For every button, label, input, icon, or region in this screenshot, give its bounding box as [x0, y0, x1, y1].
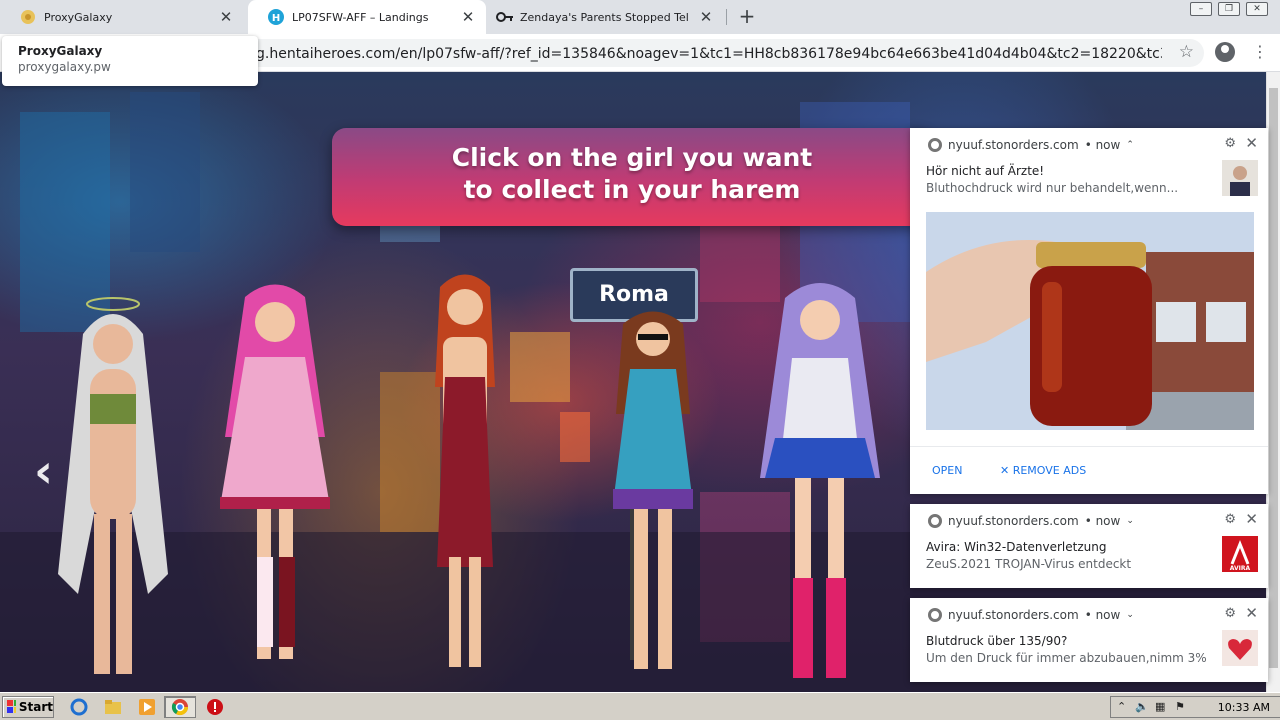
proxygalaxy-favicon — [20, 9, 36, 25]
tab-title: Zendaya's Parents Stopped Telling H — [520, 10, 688, 24]
tray-expand-icon[interactable]: ⌃ — [1117, 700, 1126, 713]
headline-line-1: Click on the girl you want — [451, 143, 813, 172]
notification-source: nyuuf.stonorders.com — [948, 138, 1079, 152]
chrome-taskbar-button[interactable] — [164, 696, 196, 718]
maximize-button[interactable]: ❐ — [1218, 2, 1240, 16]
volume-icon[interactable]: 🔈 — [1135, 700, 1149, 713]
tab-landings[interactable]: H LP07SFW-AFF – Landings ✕ — [248, 0, 486, 34]
close-window-button[interactable]: ✕ — [1246, 2, 1268, 16]
chevron-down-icon[interactable]: ⌄ — [1126, 610, 1134, 620]
character-2[interactable] — [205, 277, 345, 692]
notification-body: Bluthochdruck wird nur behandelt,wenn... — [926, 181, 1179, 195]
hover-card-title: ProxyGalaxy — [18, 44, 103, 58]
chrome-icon — [928, 514, 942, 528]
notification-time: • now — [1084, 138, 1121, 152]
chevron-down-icon[interactable]: ⌄ — [1126, 516, 1134, 526]
notification-2[interactable]: nyuuf.stonorders.com • now ⌄ ⚙ ✕ Avira: … — [910, 504, 1268, 588]
gear-icon[interactable]: ⚙ — [1224, 606, 1236, 621]
notification-actions: OPEN ✕ REMOVE ADS — [910, 446, 1268, 494]
start-button[interactable]: Start — [2, 696, 54, 718]
tab-separator — [726, 9, 727, 25]
close-icon[interactable]: ✕ — [698, 9, 714, 25]
page-scrollbar[interactable] — [1266, 72, 1280, 692]
headline-text: Click on the girl you want to collect in… — [332, 142, 932, 206]
chrome-icon — [171, 699, 189, 716]
notification-1[interactable]: nyuuf.stonorders.com • now ⌃ ⚙ ✕ Hör nic… — [910, 128, 1268, 494]
close-icon[interactable]: ✕ — [1245, 510, 1258, 528]
avira-logo: AVIRA — [1222, 536, 1258, 572]
notification-title: Hör nicht auf Ärzte! — [926, 164, 1045, 178]
scrollbar-thumb[interactable] — [1269, 88, 1278, 668]
notification-source: nyuuf.stonorders.com — [948, 514, 1079, 528]
notification-header: nyuuf.stonorders.com • now ⌃ — [928, 138, 1134, 152]
key-icon — [496, 9, 513, 25]
svg-text:H: H — [272, 13, 280, 24]
notification-body: ZeuS.2021 TROJAN-Virus entdeckt — [926, 557, 1132, 571]
tab-proxygalaxy[interactable]: ProxyGalaxy ✕ — [0, 0, 244, 34]
open-button[interactable]: OPEN — [932, 464, 962, 477]
close-icon[interactable]: ✕ — [218, 9, 234, 25]
menu-icon[interactable]: ⋮ — [1252, 41, 1268, 63]
tab-strip: ProxyGalaxy ✕ H LP07SFW-AFF – Landings ✕… — [0, 0, 1280, 34]
notification-time: • now — [1084, 514, 1121, 528]
gear-icon[interactable]: ⚙ — [1224, 136, 1236, 151]
gear-icon[interactable]: ⚙ — [1224, 512, 1236, 527]
notification-title: Blutdruck über 135/90? — [926, 634, 1068, 648]
landings-favicon: H — [268, 9, 284, 25]
system-tray: ⌃ 🔈 ▦ ⚑ 10:33 AM — [1110, 696, 1280, 718]
close-icon[interactable]: ✕ — [460, 9, 476, 25]
chrome-icon — [928, 138, 942, 152]
notification-time: • now — [1084, 608, 1121, 622]
flag-icon[interactable]: ⚑ — [1175, 700, 1185, 713]
internet-explorer-icon[interactable] — [70, 698, 88, 716]
remove-ads-button[interactable]: ✕ REMOVE ADS — [1000, 464, 1086, 477]
media-player-icon[interactable] — [138, 698, 156, 716]
character-3[interactable] — [415, 267, 515, 692]
notification-body: Um den Druck für immer abzubauen,nimm 3% — [926, 651, 1207, 665]
previous-arrow-icon[interactable]: ‹ — [34, 444, 53, 498]
minimize-button[interactable]: – — [1190, 2, 1212, 16]
jar-image — [926, 212, 1254, 430]
opera-icon[interactable] — [206, 698, 224, 716]
url-text: g.hentaiheroes.com/en/lp07sfw-aff/?ref_i… — [256, 46, 1162, 62]
tab-title: LP07SFW-AFF – Landings — [292, 10, 429, 24]
network-icon[interactable]: ▦ — [1155, 700, 1165, 713]
tab-title: ProxyGalaxy — [44, 10, 113, 24]
character-1[interactable] — [28, 294, 198, 692]
notification-source: nyuuf.stonorders.com — [948, 608, 1079, 622]
character-5[interactable] — [730, 278, 900, 692]
notification-header: nyuuf.stonorders.com • now ⌄ — [928, 514, 1134, 528]
heart-thumbnail — [1222, 630, 1258, 666]
headline-banner: Click on the girl you want to collect in… — [332, 128, 932, 226]
avira-logo-text: AVIRA — [1230, 565, 1251, 572]
windows-taskbar: Start ⌃ 🔈 ▦ ⚑ 10:33 AM — [0, 692, 1280, 720]
bookmark-star-icon[interactable]: ☆ — [1179, 42, 1194, 62]
tab-hover-card: ProxyGalaxy proxygalaxy.pw — [2, 36, 258, 86]
character-4[interactable] — [598, 304, 708, 692]
start-label: Start — [18, 700, 53, 714]
tab-zendaya[interactable]: Zendaya's Parents Stopped Telling H ✕ — [476, 0, 724, 34]
chevron-up-icon[interactable]: ⌃ — [1126, 140, 1134, 150]
notification-header: nyuuf.stonorders.com • now ⌄ — [928, 608, 1134, 622]
windows-logo-icon — [7, 700, 16, 713]
address-bar[interactable]: g.hentaiheroes.com/en/lp07sfw-aff/?ref_i… — [220, 39, 1204, 67]
notification-3[interactable]: nyuuf.stonorders.com • now ⌄ ⚙ ✕ Blutdru… — [910, 598, 1268, 682]
account-icon[interactable] — [1215, 42, 1235, 62]
notification-title: Avira: Win32-Datenverletzung — [926, 540, 1107, 554]
folder-icon[interactable] — [104, 698, 122, 716]
chrome-icon — [928, 608, 942, 622]
new-tab-button[interactable]: + — [736, 6, 758, 28]
window-controls: – ❐ ✕ — [1190, 2, 1268, 16]
headline-line-2: to collect in your harem — [463, 175, 801, 204]
close-icon[interactable]: ✕ — [1245, 604, 1258, 622]
clock: 10:33 AM — [1217, 701, 1270, 714]
doctor-thumbnail — [1222, 160, 1258, 196]
close-icon[interactable]: ✕ — [1245, 134, 1258, 152]
hover-card-domain: proxygalaxy.pw — [18, 60, 111, 74]
